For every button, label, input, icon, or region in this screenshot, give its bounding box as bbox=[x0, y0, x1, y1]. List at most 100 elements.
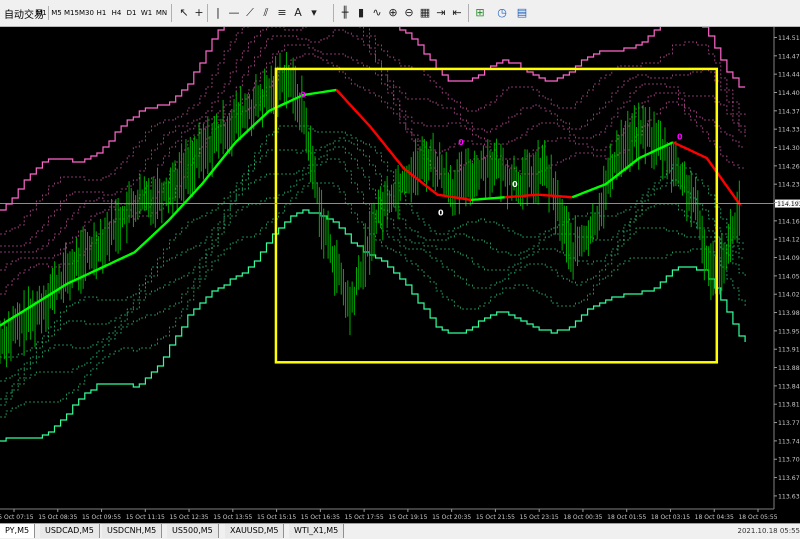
status-text: 2021.10.18 05:55 bbox=[737, 527, 800, 535]
price-tick-label: 113.845 bbox=[778, 383, 800, 390]
trend-line bbox=[0, 88, 742, 327]
templates-icon[interactable]: ▤ bbox=[514, 5, 530, 21]
signal-marker: 0 bbox=[458, 138, 464, 147]
toolbar-separator bbox=[171, 4, 172, 22]
timeframe-button-m30[interactable]: M30 bbox=[79, 5, 94, 21]
price-tick-label: 114.300 bbox=[778, 145, 800, 152]
price-tick-label: 114.405 bbox=[778, 90, 800, 97]
timeframe-button-h1[interactable]: H1 bbox=[94, 5, 109, 21]
price-axis: 114.510 114.475 114.440 114.405 114.370 114.3… bbox=[773, 27, 800, 509]
price-tick-label: 114.055 bbox=[778, 273, 800, 280]
signal-marker: 0 bbox=[438, 209, 444, 218]
zoom-out-icon[interactable]: ⊖ bbox=[401, 5, 417, 21]
toolbar-separator bbox=[333, 4, 334, 22]
time-tick-label: 15 Oct 23:15 bbox=[520, 514, 559, 521]
price-tick-label: 114.195 bbox=[778, 200, 800, 207]
text-icon[interactable]: A bbox=[290, 5, 306, 21]
price-tick-label: 113.635 bbox=[778, 493, 800, 500]
price-tick-label: 114.370 bbox=[778, 108, 800, 115]
symbol-tabs: PY,M5 USDCAD,M5 USDCNH,M5 US500,M5 XAUUSD,M5… bbox=[0, 523, 800, 539]
tile-windows-icon[interactable]: ▦ bbox=[417, 5, 433, 21]
time-tick-label: 15 Oct 17:55 bbox=[345, 514, 384, 521]
price-tick-label: 113.670 bbox=[778, 475, 800, 482]
line-chart-icon[interactable]: ∿ bbox=[369, 5, 385, 21]
timeframe-button-m1[interactable]: M1 bbox=[34, 5, 49, 21]
trendline-icon[interactable]: ⟋ bbox=[242, 5, 258, 21]
price-tick-label: 114.090 bbox=[778, 255, 800, 262]
time-tick-label: 15 Oct 11:15 bbox=[126, 514, 165, 521]
candlestick-icon[interactable]: ▮ bbox=[353, 5, 369, 21]
crosshair-icon[interactable]: + bbox=[191, 5, 207, 21]
timeframe-button-d1[interactable]: D1 bbox=[124, 5, 139, 21]
signal-marker: 0 bbox=[677, 133, 683, 142]
time-tick-label: 18 Oct 00:35 bbox=[563, 514, 602, 521]
lower-band-line bbox=[0, 137, 746, 382]
upper-band-line bbox=[0, 0, 746, 211]
price-tick-label: 113.810 bbox=[778, 402, 800, 409]
time-tick-label: 15 Oct 07:15 bbox=[0, 514, 34, 521]
time-tick-label: 18 Oct 01:55 bbox=[607, 514, 646, 521]
chart-shift-icon[interactable]: ⇤ bbox=[449, 5, 465, 21]
tab-usdcad-m5[interactable]: USDCAD,M5 bbox=[40, 524, 100, 538]
price-tick-label: 114.510 bbox=[778, 35, 800, 42]
price-chart[interactable]: 00000 114.193 114.510114.475114.440114.4… bbox=[0, 0, 800, 523]
horizontal-line-icon[interactable]: — bbox=[226, 5, 242, 21]
bar-chart-icon[interactable]: ╫ bbox=[337, 5, 353, 21]
time-tick-label: 15 Oct 08:35 bbox=[38, 514, 77, 521]
timeframe-button-m15[interactable]: M15 bbox=[64, 5, 79, 21]
autoscroll-icon[interactable]: ⇥ bbox=[433, 5, 449, 21]
time-tick-label: 15 Oct 09:55 bbox=[82, 514, 121, 521]
toolbar-separator bbox=[468, 4, 469, 22]
periods-icon[interactable]: ◷ bbox=[494, 5, 510, 21]
time-tick-label: 15 Oct 15:15 bbox=[257, 514, 296, 521]
time-tick-label: 18 Oct 04:35 bbox=[695, 514, 734, 521]
toolbar-separator bbox=[207, 4, 208, 22]
price-tick-label: 114.125 bbox=[778, 237, 800, 244]
time-axis: 15 Oct 07:15 15 Oct 08:35 15 Oct 09:55 15 O… bbox=[0, 508, 778, 521]
time-tick-label: 15 Oct 13:55 bbox=[213, 514, 252, 521]
price-tick-label: 114.265 bbox=[778, 163, 800, 170]
arrow-icon[interactable]: ▾ bbox=[306, 5, 322, 21]
timeframe-button-w1[interactable]: W1 bbox=[139, 5, 154, 21]
price-tick-label: 113.985 bbox=[778, 310, 800, 317]
zoom-in-icon[interactable]: ⊕ bbox=[385, 5, 401, 21]
tab-us500-m5[interactable]: US500,M5 bbox=[167, 524, 219, 538]
time-tick-label: 18 Oct 05:55 bbox=[738, 514, 777, 521]
time-tick-label: 15 Oct 21:55 bbox=[476, 514, 515, 521]
price-tick-label: 114.230 bbox=[778, 182, 800, 189]
time-tick-label: 15 Oct 16:35 bbox=[301, 514, 340, 521]
price-bars bbox=[0, 51, 740, 368]
signal-marker: 0 bbox=[300, 91, 306, 100]
fibonacci-icon[interactable]: ≡ bbox=[274, 5, 290, 21]
tab-xauusd-m5[interactable]: XAUUSD,M5 bbox=[225, 524, 285, 538]
price-tick-label: 114.160 bbox=[778, 218, 800, 225]
lower-band-line bbox=[0, 158, 746, 406]
timeframe-button-mn[interactable]: MN bbox=[154, 5, 169, 21]
time-tick-label: 15 Oct 20:35 bbox=[432, 514, 471, 521]
timeframe-button-h4[interactable]: H4 bbox=[109, 5, 124, 21]
tab-usdcnh-m5[interactable]: USDCNH,M5 bbox=[102, 524, 163, 538]
cursor-icon[interactable]: ↖ bbox=[176, 5, 192, 21]
price-tick-label: 113.740 bbox=[778, 438, 800, 445]
price-tick-label: 114.475 bbox=[778, 53, 800, 60]
timeframe-button-m5[interactable]: M5 bbox=[49, 5, 64, 21]
price-tick-label: 114.335 bbox=[778, 127, 800, 134]
signal-marker: 0 bbox=[512, 180, 518, 189]
price-tick-label: 113.880 bbox=[778, 365, 800, 372]
price-tick-label: 114.020 bbox=[778, 292, 800, 299]
highlight-rectangle bbox=[274, 67, 719, 364]
trend-line-down-segment bbox=[672, 141, 742, 206]
tab-wti-x1-m5[interactable]: WTI_X1,M5 bbox=[289, 524, 345, 538]
indicators-icon[interactable]: ⊞ bbox=[472, 5, 488, 21]
time-tick-label: 18 Oct 03:15 bbox=[651, 514, 690, 521]
time-tick-label: 15 Oct 12:35 bbox=[169, 514, 208, 521]
trend-line-up-segment bbox=[470, 196, 505, 202]
price-tick-label: 113.950 bbox=[778, 328, 800, 335]
vertical-line-icon[interactable]: | bbox=[210, 5, 226, 21]
tab-py-m5[interactable]: PY,M5 bbox=[0, 524, 36, 538]
highlight-box bbox=[274, 67, 719, 364]
toolbar: 自动交易 M1 M5 M15 M30 H1 H4 D1 W1 MN ↖ + | — ⟋ ⫽ ≡ … bbox=[0, 0, 800, 27]
chart-area[interactable]: 00000 114.193 114.510114.475114.440114.4… bbox=[0, 0, 800, 523]
price-tick-label: 113.915 bbox=[778, 347, 800, 354]
channel-icon[interactable]: ⫽ bbox=[258, 5, 274, 21]
